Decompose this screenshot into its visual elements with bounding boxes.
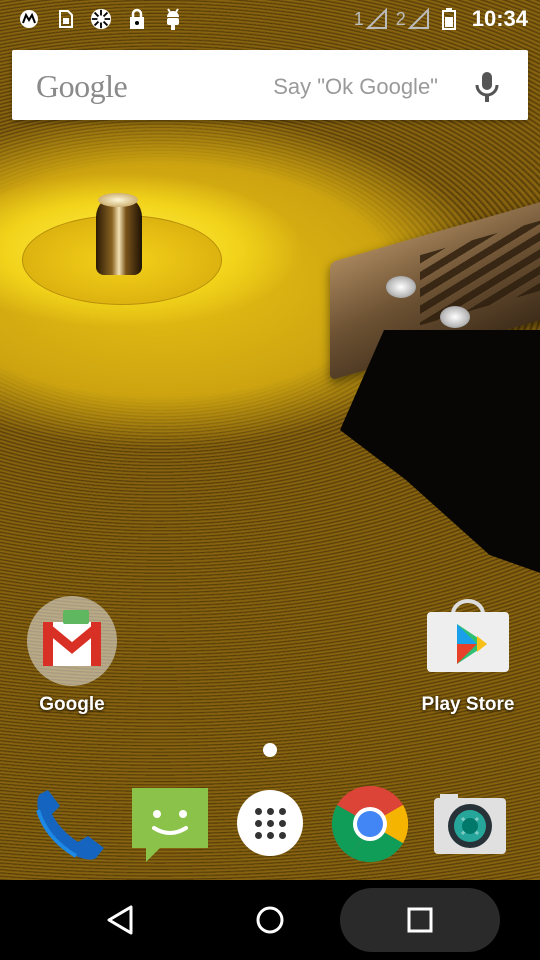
app-label-google: Google [39, 694, 105, 715]
camera-icon[interactable] [430, 784, 510, 864]
tonearm-screw [386, 276, 416, 298]
battery-icon [438, 8, 460, 30]
app-play-store[interactable]: Play Store [398, 596, 538, 716]
motorola-icon [18, 8, 40, 30]
lock-icon [126, 8, 148, 30]
signal-icon [365, 8, 387, 29]
signal-sim1: 1 [354, 8, 388, 30]
navigation-bar [0, 880, 540, 960]
app-google-folder[interactable]: Google [2, 596, 142, 716]
clock: 10:34 [471, 6, 528, 31]
page-indicator-dot [263, 743, 277, 757]
google-folder-icon [27, 596, 117, 686]
sim-card-icon [54, 8, 76, 30]
signal-sim2-label: 2 [395, 9, 406, 29]
chrome-icon[interactable] [330, 784, 410, 864]
app-label-play-store: Play Store [421, 694, 515, 715]
signal-icon [407, 8, 429, 29]
voice-hint: Say "Ok Google" [273, 74, 438, 99]
app-drawer-button [237, 790, 303, 856]
back-icon[interactable] [60, 890, 180, 950]
android-debug-icon [162, 8, 184, 30]
phone-icon[interactable] [30, 784, 110, 864]
record-spindle-top [98, 193, 138, 207]
google-search-bar[interactable]: Google Say "Ok Google" [12, 50, 528, 120]
gmail-icon [40, 620, 104, 666]
recents-icon[interactable] [360, 890, 480, 950]
app-drawer-icon[interactable] [230, 784, 310, 864]
record-spindle [96, 195, 142, 275]
dock [0, 780, 540, 870]
home-icon[interactable] [210, 890, 330, 950]
signal-sim1-label: 1 [353, 9, 364, 29]
play-store-icon [423, 596, 513, 686]
status-bar: 1 2 10:34 [0, 0, 540, 38]
mic-icon[interactable] [474, 70, 500, 104]
google-logo: Google [36, 68, 128, 104]
tonearm-screw [440, 306, 470, 328]
signal-sim2: 2 [396, 8, 430, 30]
settings-gear-icon [90, 8, 112, 30]
messaging-icon[interactable] [130, 784, 210, 864]
